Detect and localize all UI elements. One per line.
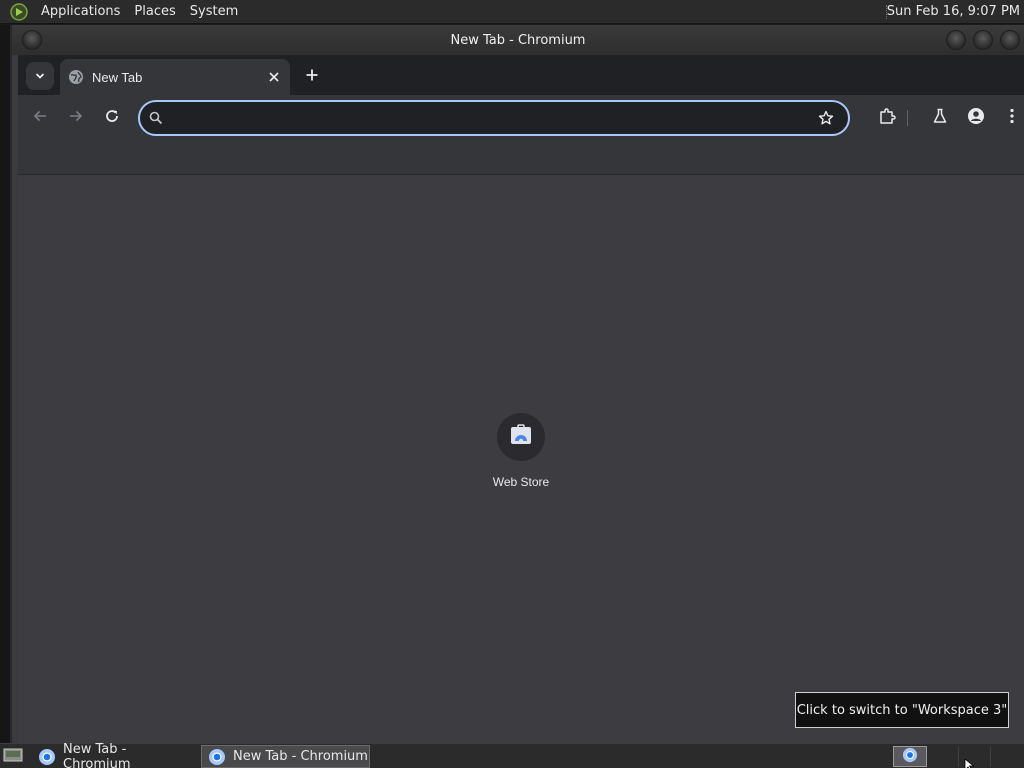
browser-window: New Tab - Chromium New Tab Web Store (12, 25, 1024, 743)
chromium-icon (38, 748, 56, 766)
mint-logo-icon[interactable] (8, 1, 30, 23)
tab-new-tab[interactable]: New Tab (60, 59, 290, 95)
search-icon (148, 110, 164, 126)
close-window-button[interactable] (1000, 30, 1020, 50)
puzzle-icon (878, 107, 896, 129)
workspace-4[interactable] (991, 746, 1023, 767)
arrow-left-icon (32, 108, 48, 128)
shortcut-label: Web Store (492, 475, 550, 489)
browser-menu-button[interactable] (998, 104, 1024, 132)
menu-places[interactable]: Places (127, 4, 182, 19)
desktop-edge (0, 25, 12, 743)
new-tab-page: Web Store (18, 176, 1024, 743)
tab-strip: New Tab (18, 55, 1024, 95)
reload-button[interactable] (98, 104, 126, 132)
workspace-tooltip: Click to switch to "Workspace 3" (795, 692, 1009, 728)
clock[interactable]: Sun Feb 16, 9:07 PM (887, 4, 1020, 19)
chevron-down-icon (34, 67, 46, 86)
minimize-button[interactable] (946, 30, 966, 50)
taskbar-item[interactable]: New Tab - Chromium (32, 741, 197, 768)
taskbar-item-label: New Tab - Chromium (63, 741, 131, 768)
workspace-2[interactable] (927, 746, 959, 767)
labs-button[interactable] (926, 104, 954, 132)
address-input[interactable] (172, 108, 802, 128)
menu-system[interactable]: System (183, 4, 245, 19)
workspace-1[interactable] (893, 746, 927, 767)
star-icon[interactable] (816, 108, 836, 128)
shortcut-web-store[interactable]: Web Store (478, 413, 564, 499)
taskbar-item-active[interactable]: New Tab - Chromium (201, 745, 370, 768)
arrow-right-icon (68, 108, 84, 128)
top-panel: Applications Places System Sun Feb 16, 9… (0, 0, 1024, 24)
taskbar-item-label: New Tab - Chromium (233, 749, 368, 764)
tab-search-button[interactable] (26, 62, 54, 90)
globe-icon (68, 69, 84, 85)
reload-icon (104, 108, 120, 128)
omnibox[interactable] (138, 100, 850, 136)
window-menu-button[interactable] (22, 30, 42, 50)
back-button[interactable] (26, 104, 54, 132)
toolbar-divider (907, 110, 908, 126)
show-desktop-button[interactable] (2, 748, 24, 766)
window-title: New Tab - Chromium (450, 32, 586, 48)
close-icon[interactable] (266, 69, 282, 85)
shortcut-tile (497, 413, 545, 461)
maximize-button[interactable] (973, 30, 993, 50)
forward-button[interactable] (62, 104, 90, 132)
menu-applications[interactable]: Applications (34, 4, 127, 19)
plus-icon (306, 66, 318, 85)
account-icon (967, 107, 985, 129)
new-tab-button[interactable] (300, 63, 324, 87)
extensions-button[interactable] (873, 104, 901, 132)
flask-icon (932, 108, 948, 128)
tab-title: New Tab (92, 69, 143, 85)
desktop-icon (3, 747, 23, 767)
bookmarks-bar (18, 141, 1024, 175)
mouse-cursor (964, 756, 976, 768)
browser-toolbar (18, 95, 1024, 141)
bottom-panel: New Tab - Chromium New Tab - Chromium (0, 741, 1024, 768)
kebab-menu-icon (1010, 108, 1014, 128)
window-titlebar[interactable]: New Tab - Chromium (12, 25, 1024, 55)
chromium-icon (208, 748, 226, 766)
chromium-icon (902, 747, 918, 767)
profile-button[interactable] (962, 104, 990, 132)
web-store-icon (509, 423, 533, 451)
